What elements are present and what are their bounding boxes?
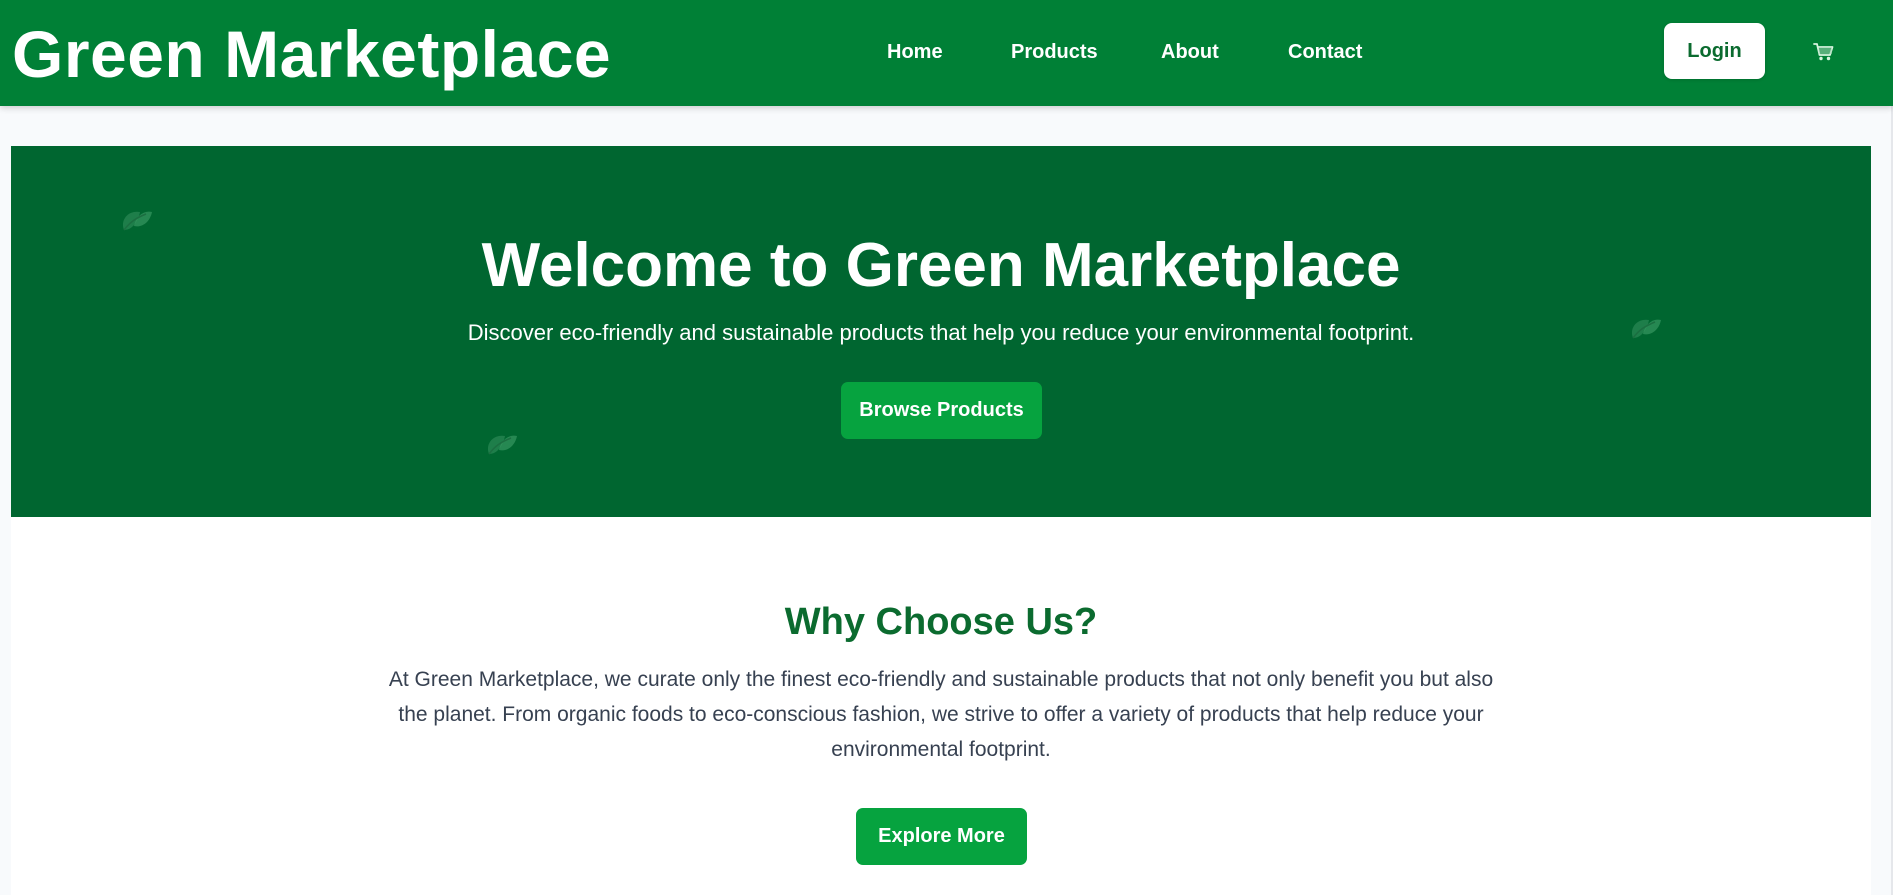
section-title: Why Choose Us? (784, 601, 1098, 643)
nav-link-home[interactable]: Home (887, 39, 943, 65)
cart-button[interactable] (1808, 36, 1840, 68)
explore-more-button[interactable]: Explore More (856, 808, 1027, 865)
hero-subtitle: Discover eco-friendly and sustainable pr… (467, 320, 1415, 345)
main-nav: Home Products About Contact (0, 0, 1893, 106)
nav-link-products[interactable]: Products (1011, 39, 1098, 65)
cart-icon (1813, 43, 1834, 61)
hero-banner: Welcome to Green Marketplace Discover ec… (11, 146, 1871, 517)
section-description: At Green Marketplace, we curate only the… (388, 668, 1494, 761)
browse-products-button[interactable]: Browse Products (841, 382, 1042, 439)
hero-title: Welcome to Green Marketplace (481, 231, 1401, 300)
top-navbar: Green Marketplace Home Products About Co… (0, 0, 1893, 106)
login-button[interactable]: Login (1664, 23, 1765, 79)
nav-link-about[interactable]: About (1161, 39, 1219, 65)
leaf-icon (487, 435, 517, 455)
nav-link-contact[interactable]: Contact (1288, 39, 1362, 65)
why-choose-us-section: Why Choose Us? At Green Marketplace, we … (11, 517, 1871, 895)
